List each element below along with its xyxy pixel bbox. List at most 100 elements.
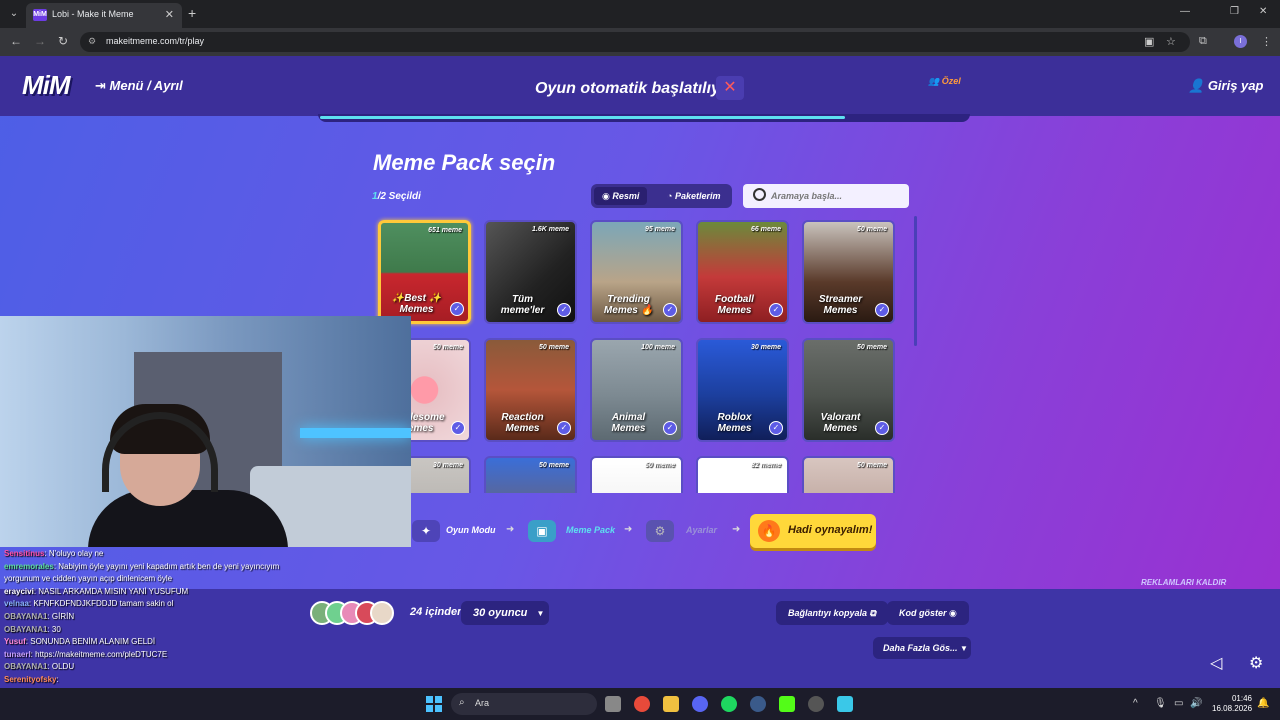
clock-time: 01:46 (1231, 694, 1252, 703)
meme-pack-card[interactable]: 95 meme Trending Memes 🔥 ✓ (590, 220, 683, 324)
verified-badge-icon: ✓ (557, 421, 571, 435)
address-bar[interactable]: ⚙ makeitmeme.com/tr/play (80, 32, 1190, 52)
close-tab-icon[interactable]: ✕ (165, 8, 174, 21)
chat-text: : https://makeitmeme.com/pleDTUC7E (30, 649, 168, 659)
chat-text: : GİRİN (47, 612, 75, 621)
game-mode-icon[interactable]: ✦ (412, 520, 440, 542)
meme-pack-card[interactable]: 82 meme (696, 456, 789, 493)
network-icon[interactable]: ▭ (1174, 698, 1183, 709)
reload-icon[interactable]: ↻ (58, 34, 68, 48)
step-game-mode[interactable]: Oyun Modu (446, 525, 496, 535)
search-input[interactable] (771, 188, 901, 204)
mute-icon[interactable]: ◁ (1210, 653, 1222, 673)
url-text[interactable]: makeitmeme.com/tr/play (106, 36, 204, 46)
player-count-select[interactable]: 30 oyuncu ▼ (461, 601, 549, 625)
extensions-icon[interactable]: ⧉ (1199, 35, 1207, 48)
spotify-icon[interactable] (721, 696, 737, 712)
bookmark-star-icon[interactable]: ☆ (1166, 35, 1176, 48)
menu-leave-label: Menü / Ayrıl (109, 78, 183, 93)
taskbar-search[interactable]: ⌕ Ara (451, 693, 597, 715)
pack-source-toggle: ◉ Resmi ◔ Paketlerim (591, 184, 732, 208)
verified-badge-icon: ✓ (557, 303, 571, 317)
taskbar-search-label: Ara (475, 698, 490, 708)
chat-message: Yusuf: SONUNDA BENİM ALANIM GELDİ (4, 637, 155, 646)
forward-icon[interactable]: → (34, 34, 46, 48)
meme-pack-card[interactable]: 100 meme Animal Memes ✓ (590, 338, 683, 442)
chrome-icon[interactable] (634, 696, 650, 712)
meme-pack-label: Roblox Memes (717, 412, 752, 434)
task-view-icon[interactable] (605, 696, 621, 712)
meme-pack-card[interactable]: 1.6K meme Tüm meme'ler ✓ (484, 220, 577, 324)
chat-text: : NASIL ARKAMDA MISIN YANİ YUSUFUM (33, 586, 189, 596)
meme-count: 50 meme (539, 462, 569, 469)
volume-icon[interactable]: 🔊 (1190, 698, 1202, 709)
meme-pack-card[interactable]: 50 meme (590, 456, 683, 493)
browser-tab[interactable]: MiM Lobi - Make it Meme ✕ (26, 3, 182, 28)
discord-icon[interactable] (692, 696, 708, 712)
browser-menu-icon[interactable]: ⋮ (1261, 35, 1272, 48)
site-info-icon[interactable]: ⚙ (88, 36, 96, 47)
kick-icon[interactable] (779, 696, 795, 712)
tab-my-packs[interactable]: ◔ Paketlerim (659, 187, 728, 205)
chat-username: OBAYANA1 (4, 624, 48, 634)
steam-icon[interactable] (750, 696, 766, 712)
meme-count: 30 meme (751, 344, 781, 351)
windows-taskbar: ⌕ Ara ^ 🎙 ▭ 🔊 01:46 16.08.2026 🔔 (0, 688, 1280, 720)
notifications-icon[interactable]: 🔔 (1257, 698, 1269, 709)
auto-start-text: Oyun otomatik başlatılıyor (535, 80, 736, 97)
meme-pack-card[interactable]: 651 meme ✨Best ✨ Memes ✓ (378, 220, 471, 324)
play-button[interactable]: 🔥 Hadi oynayalım! (750, 514, 876, 548)
login-label: Giriş yap (1207, 78, 1264, 93)
meme-pack-card[interactable]: 66 meme Football Memes ✓ (696, 220, 789, 324)
page-title: Meme Pack seçin (373, 150, 556, 175)
profile-avatar[interactable]: I (1234, 35, 1247, 48)
play-button-label: Hadi oynayalım! (788, 524, 873, 536)
cast-icon[interactable]: ▣ (1144, 35, 1154, 48)
meme-pack-label: Tüm meme'ler (500, 294, 545, 316)
meme-pack-card[interactable]: 50 meme Streamer Memes ✓ (802, 220, 895, 324)
close-window-icon[interactable]: ✕ (1259, 6, 1267, 17)
login-button[interactable]: 👤 Giriş yap (1188, 78, 1263, 94)
maximize-icon[interactable]: ❐ (1230, 6, 1239, 17)
meme-pack-card[interactable]: 50 meme (484, 456, 577, 493)
microphone-icon[interactable]: 🎙 (1154, 698, 1167, 709)
obs-icon[interactable] (808, 696, 824, 712)
file-explorer-icon[interactable] (663, 696, 679, 712)
settings-step-icon[interactable]: ⚙ (646, 520, 674, 542)
meme-pack-icon[interactable]: ▣ (528, 520, 556, 542)
menu-leave-button[interactable]: ⇥ Menü / Ayrıl (95, 78, 183, 94)
remove-ads-link[interactable]: REKLAMLARI KALDIR (1141, 578, 1226, 587)
pack-grid-scrollbar[interactable] (914, 216, 917, 346)
chat-message: OBAYANA1: 30 (4, 625, 61, 634)
mim-logo[interactable]: MiM (22, 70, 71, 101)
meme-count: 50 meme (645, 462, 675, 469)
new-tab-icon[interactable]: + (188, 5, 196, 21)
show-more-button[interactable]: Daha Fazla Gös... ▼ (873, 637, 971, 659)
meme-pack-card[interactable]: 30 meme Roblox Memes ✓ (696, 338, 789, 442)
copy-link-button[interactable]: Bağlantıyı kopyala ⧉ (776, 601, 888, 625)
tab-list-icon[interactable]: ⌄ (6, 6, 22, 22)
windows-start-icon[interactable] (426, 696, 442, 712)
show-code-button[interactable]: Kod göster ◉ (887, 601, 969, 625)
copy-icon: ⧉ (869, 608, 876, 618)
tray-overflow-icon[interactable]: ^ (1133, 698, 1138, 709)
chat-message: Sensitinus: N'oluyo olay ne (4, 549, 103, 558)
taskbar-clock[interactable]: 01:46 16.08.2026 (1212, 694, 1252, 714)
arrow-right-icon: ➜ (506, 524, 515, 535)
meme-pack-card[interactable]: 50 meme Valorant Memes ✓ (802, 338, 895, 442)
meme-pack-card[interactable]: 50 meme Reaction Memes ✓ (484, 338, 577, 442)
back-icon[interactable]: ← (10, 34, 22, 48)
step-meme-pack[interactable]: Meme Pack (566, 525, 615, 535)
cancel-auto-start-button[interactable]: ✕ (716, 76, 744, 100)
favicon-icon: MiM (33, 9, 47, 21)
chat-username: eraycivi (4, 586, 34, 596)
settings-gear-icon[interactable]: ⚙ (1249, 653, 1263, 673)
meme-pack-card[interactable]: 50 meme (802, 456, 895, 493)
step-settings[interactable]: Ayarlar (686, 525, 717, 535)
meme-count: 50 meme (539, 344, 569, 351)
tab-official[interactable]: ◉ Resmi (594, 187, 648, 205)
minimize-icon[interactable]: — (1180, 6, 1190, 17)
notepad-icon[interactable] (837, 696, 853, 712)
private-label: Özel (941, 76, 961, 86)
chat-message: OBAYANA1: GİRİN (4, 612, 74, 621)
